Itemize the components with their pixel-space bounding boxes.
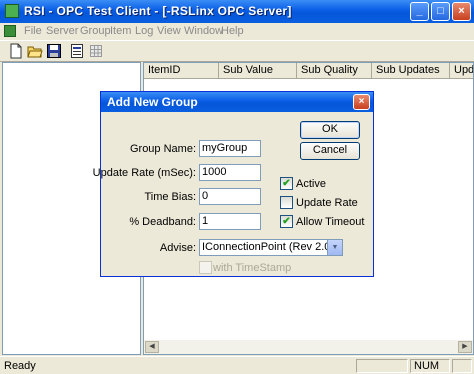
menu-view[interactable]: View: [157, 25, 181, 37]
status-text: Ready: [4, 360, 36, 372]
toolbar: [0, 40, 474, 62]
horizontal-scrollbar[interactable]: ◀ ▶: [144, 340, 473, 354]
column-header-sub-updates[interactable]: Sub Updates: [372, 63, 450, 79]
column-header-sub-value[interactable]: Sub Value: [219, 63, 297, 79]
menu-window[interactable]: Window: [184, 25, 223, 37]
group-name-input[interactable]: myGroup: [199, 140, 261, 157]
active-label: Active: [296, 178, 326, 190]
allow-timeout-checkbox[interactable]: ✔: [280, 215, 293, 228]
new-file-icon[interactable]: [8, 43, 24, 59]
open-folder-icon[interactable]: [27, 43, 43, 59]
timestamp-label: with TimeStamp: [213, 262, 292, 274]
scroll-right-icon[interactable]: ▶: [458, 341, 472, 353]
update-rate-label: Update Rate (mSec):: [92, 167, 196, 179]
active-checkbox[interactable]: ✔: [280, 177, 293, 190]
advise-select[interactable]: IConnectionPoint (Rev 2.0) ▼: [199, 239, 343, 256]
menu-help[interactable]: Help: [221, 25, 244, 37]
deadband-label: % Deadband:: [129, 216, 196, 228]
dialog-close-button[interactable]: ×: [353, 94, 370, 110]
grid-icon[interactable]: [88, 43, 104, 59]
status-bar: Ready NUM: [0, 356, 474, 374]
timestamp-checkbox: [199, 261, 212, 274]
chevron-down-icon[interactable]: ▼: [327, 240, 342, 255]
group-name-label: Group Name:: [129, 143, 196, 155]
column-header-sub-quality[interactable]: Sub Quality: [297, 63, 372, 79]
update-rate-input[interactable]: 1000: [199, 164, 261, 181]
scroll-left-icon[interactable]: ◀: [145, 341, 159, 353]
ok-button[interactable]: OK: [300, 121, 360, 139]
column-header-itemid[interactable]: ItemID: [144, 63, 219, 79]
allow-timeout-label: Allow Timeout: [296, 216, 365, 228]
minimize-button[interactable]: _: [410, 2, 429, 21]
time-bias-input[interactable]: 0: [199, 188, 261, 205]
update-rate-check-label: Update Rate: [296, 197, 358, 209]
dialog-title-bar[interactable]: Add New Group ×: [101, 92, 373, 112]
dialog-title: Add New Group: [107, 95, 198, 109]
time-bias-label: Time Bias:: [144, 191, 196, 203]
update-rate-checkbox[interactable]: [280, 196, 293, 209]
menu-bar: File Server Group Item Log View Window H…: [0, 23, 474, 40]
app-window: RSI - OPC Test Client - [-RSLinx OPC Ser…: [0, 0, 474, 374]
advise-label: Advise:: [159, 242, 196, 254]
cancel-button[interactable]: Cancel: [300, 142, 360, 160]
close-button[interactable]: ×: [452, 2, 471, 21]
app-icon: [5, 4, 19, 18]
column-header-update[interactable]: Upda: [450, 63, 473, 79]
menu-file[interactable]: File: [24, 25, 42, 37]
window-title: RSI - OPC Test Client - [-RSLinx OPC Ser…: [24, 4, 292, 18]
title-bar[interactable]: RSI - OPC Test Client - [-RSLinx OPC Ser…: [0, 0, 474, 23]
status-panel-empty: [356, 359, 408, 373]
deadband-input[interactable]: 1: [199, 213, 261, 230]
maximize-button[interactable]: □: [431, 2, 450, 21]
menu-group[interactable]: Group: [80, 25, 111, 37]
properties-icon[interactable]: [69, 43, 85, 59]
add-new-group-dialog: Add New Group × Group Name: myGroup Upda…: [93, 91, 374, 277]
save-icon[interactable]: [46, 43, 62, 59]
advise-selected-value: IConnectionPoint (Rev 2.0): [202, 241, 335, 253]
status-num: NUM: [410, 359, 450, 373]
menu-server[interactable]: Server: [46, 25, 78, 37]
document-icon[interactable]: [4, 25, 16, 37]
menu-item[interactable]: Item: [110, 25, 131, 37]
status-panel-scroll: [452, 359, 472, 373]
menu-log[interactable]: Log: [135, 25, 153, 37]
